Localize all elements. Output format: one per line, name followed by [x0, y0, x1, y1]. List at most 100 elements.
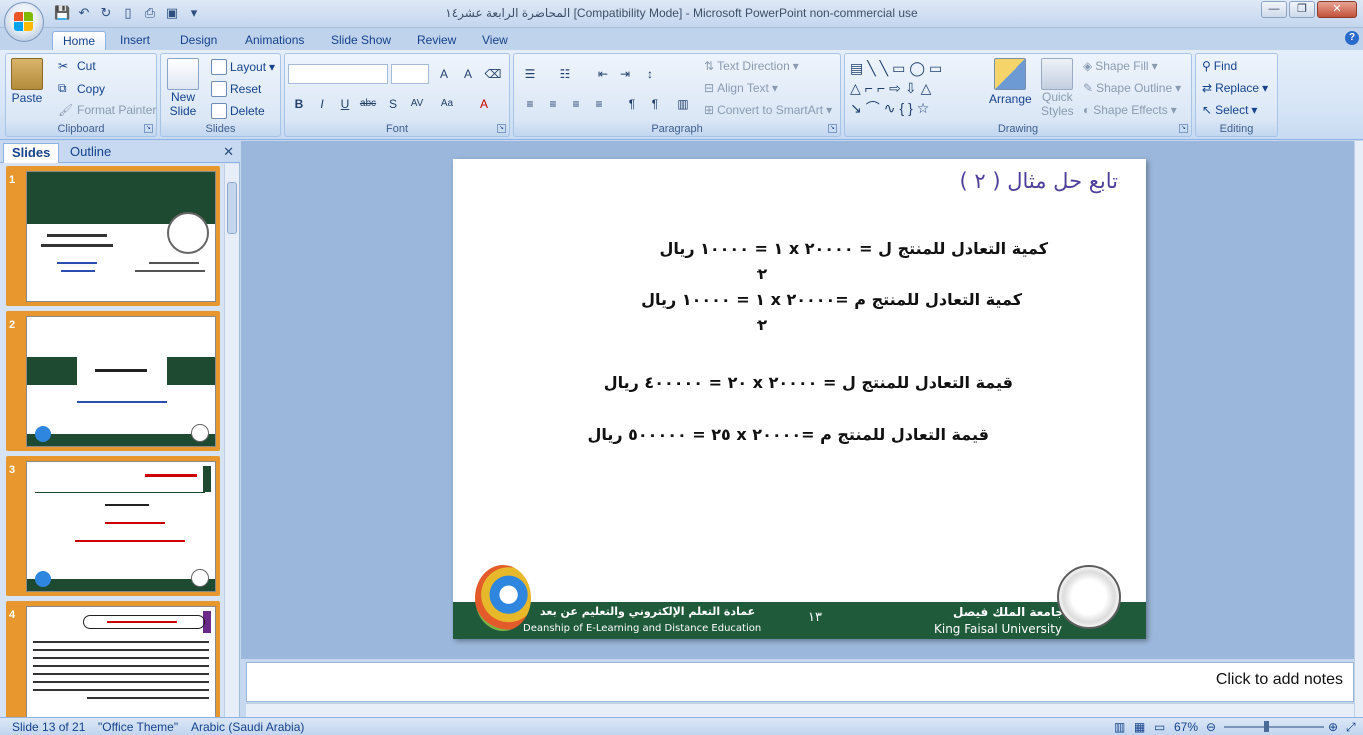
cut-button[interactable]: ✂ Cut: [58, 59, 96, 73]
slide-sorter-view-icon[interactable]: ▦: [1134, 720, 1145, 734]
font-size-combo[interactable]: [391, 64, 429, 84]
find-button[interactable]: ⚲ Find: [1202, 59, 1237, 73]
thumb-text-line: [77, 401, 167, 403]
change-case-icon[interactable]: Aa: [436, 94, 458, 114]
delete-slide-button[interactable]: Delete: [211, 103, 265, 119]
thumb-divider: [35, 492, 205, 493]
scrollbar-thumb[interactable]: [227, 182, 237, 234]
layout-button[interactable]: Layout ▾: [211, 59, 275, 75]
language-indicator[interactable]: Arabic (Saudi Arabia): [191, 720, 304, 734]
university-seal-icon: [167, 212, 209, 254]
rtl-icon[interactable]: ¶: [621, 94, 643, 114]
notes-pane[interactable]: Click to add notes: [246, 662, 1354, 702]
shape-effects-button[interactable]: ◐ Shape Effects ▾: [1083, 103, 1177, 117]
slide-thumbnail[interactable]: 1: [6, 166, 220, 306]
tab-insert[interactable]: Insert: [110, 31, 160, 50]
thumb-text-line: [33, 649, 209, 651]
zoom-level[interactable]: 67%: [1174, 720, 1198, 734]
tab-view[interactable]: View: [472, 31, 518, 50]
tab-outline[interactable]: Outline: [62, 143, 119, 163]
font-name-combo[interactable]: [288, 64, 388, 84]
character-spacing-icon[interactable]: AV: [406, 94, 428, 114]
bullets-icon[interactable]: ☰: [519, 64, 541, 84]
dialog-launcher-icon[interactable]: ↘: [1179, 124, 1188, 133]
text-direction-button[interactable]: ⇅ Text Direction ▾: [704, 59, 799, 73]
replace-button[interactable]: ⇄ Replace ▾: [1202, 81, 1268, 95]
fraction-denominator: ٢: [758, 316, 768, 334]
paste-button[interactable]: Paste: [11, 58, 43, 105]
minimize-button[interactable]: —: [1261, 1, 1287, 18]
slide-thumbnail[interactable]: 2: [6, 311, 220, 451]
current-slide[interactable]: تابع حل مثال ( ٢ ) كمية التعادل للمنتج ل…: [453, 159, 1146, 639]
zoom-out-icon[interactable]: ⊖: [1206, 720, 1216, 734]
align-right-icon[interactable]: ≡: [565, 94, 587, 114]
layout-icon: [211, 59, 227, 75]
slide-show-view-icon[interactable]: ▭: [1154, 720, 1165, 734]
status-bar: Slide 13 of 21 "Office Theme" Arabic (Sa…: [0, 717, 1363, 735]
thumb-text-line: [33, 673, 209, 675]
columns-icon[interactable]: ▥: [672, 94, 694, 114]
zoom-slider-thumb[interactable]: [1264, 721, 1269, 732]
font-color-icon[interactable]: A: [473, 94, 495, 114]
slide-thumbnail[interactable]: 4: [6, 601, 220, 717]
line-spacing-icon[interactable]: ↕: [639, 64, 661, 84]
slide-title[interactable]: تابع حل مثال ( ٢ ): [960, 169, 1118, 193]
shapes-gallery[interactable]: ▤╲╲▭◯▭ △⌐⌐⇨⇩△ ↘⌒∿{}☆: [850, 58, 972, 118]
underline-icon[interactable]: U: [334, 94, 356, 114]
restore-button[interactable]: ❐: [1289, 1, 1315, 18]
group-label: Drawing: [997, 123, 1039, 135]
group-label: Font: [385, 123, 408, 135]
office-button[interactable]: [4, 2, 44, 42]
thumb-text-line: [107, 621, 177, 623]
reset-button[interactable]: Reset: [211, 81, 261, 97]
shape-outline-button[interactable]: ✎ Shape Outline ▾: [1083, 81, 1181, 95]
justify-icon[interactable]: ≡: [588, 94, 610, 114]
ltr-icon[interactable]: ¶: [644, 94, 666, 114]
slide-scrollbar[interactable]: [1354, 141, 1363, 717]
close-button[interactable]: ✕: [1317, 1, 1357, 18]
dialog-launcher-icon[interactable]: ↘: [828, 124, 837, 133]
tab-animations[interactable]: Animations: [235, 31, 314, 50]
align-text-button[interactable]: ⊟ Align Text ▾: [704, 81, 778, 95]
numbering-icon[interactable]: ☷: [554, 64, 576, 84]
shrink-font-icon[interactable]: A: [457, 64, 479, 84]
increase-indent-icon[interactable]: ⇥: [614, 64, 636, 84]
normal-view-icon[interactable]: ▥: [1114, 720, 1125, 734]
clear-format-icon[interactable]: ⌫: [482, 64, 504, 84]
tab-slides[interactable]: Slides: [3, 143, 60, 163]
bold-icon[interactable]: B: [288, 94, 310, 114]
italic-icon[interactable]: I: [311, 94, 333, 114]
strikethrough-icon[interactable]: abc: [357, 94, 379, 114]
shape-fill-button[interactable]: ◈ Shape Fill ▾: [1083, 59, 1158, 73]
dialog-launcher-icon[interactable]: ↘: [497, 124, 506, 133]
grow-font-icon[interactable]: A: [433, 64, 455, 84]
theme-name[interactable]: "Office Theme": [98, 720, 178, 734]
format-painter-button[interactable]: 🖌 Format Painter: [58, 103, 156, 117]
text-direction-icon: ⇅: [704, 59, 715, 73]
tab-design[interactable]: Design: [170, 31, 227, 50]
arrange-button[interactable]: Arrange: [989, 58, 1032, 106]
align-left-icon[interactable]: ≡: [519, 94, 541, 114]
new-slide-button[interactable]: New Slide: [167, 58, 199, 118]
university-seal-icon: [191, 424, 209, 442]
tab-slide-show[interactable]: Slide Show: [321, 31, 401, 50]
convert-smartart-button[interactable]: ⊞ Convert to SmartArt ▾: [704, 103, 832, 117]
decrease-indent-icon[interactable]: ⇤: [592, 64, 614, 84]
align-center-icon[interactable]: ≡: [542, 94, 564, 114]
slide-thumbnail[interactable]: 3: [6, 456, 220, 596]
shadow-icon[interactable]: S: [382, 94, 404, 114]
select-button[interactable]: ↖ Select ▾: [1202, 103, 1257, 117]
zoom-in-icon[interactable]: ⊕: [1328, 720, 1338, 734]
tab-home[interactable]: Home: [52, 31, 107, 50]
quick-styles-button[interactable]: Quick Styles: [1041, 58, 1074, 118]
zoom-slider[interactable]: [1224, 726, 1324, 728]
help-icon[interactable]: ?: [1345, 31, 1359, 45]
fit-to-window-icon[interactable]: ⤢: [1346, 720, 1356, 735]
copy-button[interactable]: ⧉ Copy: [58, 81, 105, 96]
close-pane-icon[interactable]: ✕: [223, 144, 234, 160]
window-title: المحاضرة الرابعة عشر١٤ [Compatibility Mo…: [445, 6, 918, 20]
tab-review[interactable]: Review: [407, 31, 466, 50]
horizontal-scrollbar[interactable]: [246, 703, 1354, 717]
thumbnails-scrollbar[interactable]: [224, 164, 239, 717]
dialog-launcher-icon[interactable]: ↘: [144, 124, 153, 133]
